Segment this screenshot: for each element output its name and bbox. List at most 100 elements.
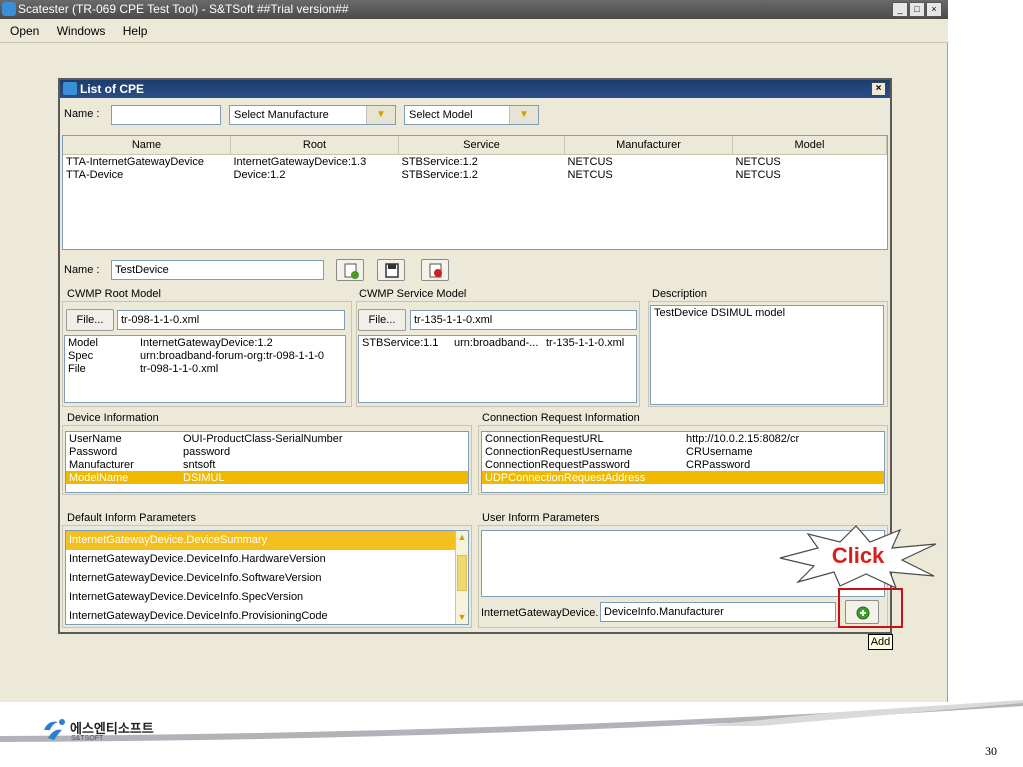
cell: NETCUS (567, 168, 613, 181)
list-item-selected[interactable]: InternetGatewayDevice.DeviceSummary (66, 531, 456, 550)
vertical-scrollbar[interactable]: ▲ ▼ (455, 531, 468, 624)
save-button[interactable] (377, 259, 405, 281)
model-select-value: Select Model (409, 109, 473, 121)
description-textarea[interactable]: TestDevice DSIMUL model (650, 305, 884, 405)
cell: sntsoft (183, 458, 216, 471)
save-icon (385, 263, 399, 278)
window-title: Scatester (TR-069 CPE Test Tool) - S&TSo… (18, 2, 349, 16)
scroll-thumb[interactable] (457, 555, 467, 591)
service-file-input[interactable]: tr-135-1-1-0.xml (410, 310, 637, 330)
new-device-button[interactable] (336, 259, 364, 281)
col-name[interactable]: Name (63, 136, 231, 155)
table-row-selected[interactable]: ModelName DSIMUL (66, 471, 468, 484)
cell: STBService:1.2 (401, 155, 478, 168)
table-row-selected[interactable]: UDPConnectionRequestAddress (482, 471, 884, 484)
table-row[interactable]: Manufacturer sntsoft (66, 458, 468, 471)
title-bar: Scatester (TR-069 CPE Test Tool) - S&TSo… (0, 0, 948, 19)
description-label: Description (652, 288, 708, 300)
device-name-label: Name : (64, 264, 100, 276)
chevron-down-icon: ▼ (509, 106, 538, 124)
table-row[interactable]: File tr-098-1-1-0.xml (65, 362, 345, 375)
col-manufacturer[interactable]: Manufacturer (564, 136, 733, 155)
table-row[interactable]: Spec urn:broadband-forum-org:tr-098-1-1-0 (65, 349, 345, 362)
menu-help[interactable]: Help (123, 24, 148, 38)
cell: UserName (69, 432, 122, 445)
callout-text: Click (832, 543, 885, 568)
table-row[interactable]: Password password (66, 445, 468, 458)
list-item[interactable]: InternetGatewayDevice.DeviceInfo.SpecVer… (66, 588, 456, 607)
maximize-button[interactable]: □ (909, 2, 925, 17)
menu-bar: Open Windows Help (0, 19, 948, 43)
cell: http://10.0.2.15:8082/cr (686, 432, 800, 445)
scroll-up-icon[interactable]: ▲ (457, 532, 467, 542)
col-root[interactable]: Root (230, 136, 399, 155)
cell: urn:broadband-forum-org:tr-098-1-1-0 (140, 349, 325, 362)
cell: DSIMUL (180, 471, 468, 484)
cell: ModelName (66, 471, 180, 484)
table-row[interactable]: UserName OUI-ProductClass-SerialNumber (66, 432, 468, 445)
service-model-label: CWMP Service Model (359, 288, 467, 300)
cell: Spec (68, 349, 94, 362)
filter-name-input[interactable] (111, 105, 221, 125)
new-file-icon (344, 263, 359, 279)
cell: Device:1.2 (233, 168, 286, 181)
cell: password (183, 445, 231, 458)
menu-open[interactable]: Open (10, 24, 39, 38)
col-model[interactable]: Model (732, 136, 887, 155)
cell: CRPassword (686, 458, 751, 471)
list-item[interactable]: InternetGatewayDevice.DeviceInfo.Hardwar… (66, 550, 456, 569)
cell: File (68, 362, 86, 375)
table-row[interactable]: ConnectionRequestPassword CRPassword (482, 458, 884, 471)
cell: OUI-ProductClass-SerialNumber (183, 432, 343, 445)
root-file-button[interactable]: File... (66, 309, 114, 331)
cell: InternetGatewayDevice:1.3 (233, 155, 367, 168)
cell: Model (68, 336, 98, 349)
app-window: Scatester (TR-069 CPE Test Tool) - S&TSo… (0, 0, 948, 702)
table-row[interactable]: TTA-Device Device:1.2 STBService:1.2 NET… (63, 168, 887, 181)
dialog-close-button[interactable]: × (871, 82, 886, 96)
filter-name-label: Name : (64, 108, 100, 120)
user-inform-prefix: InternetGatewayDevice. (481, 607, 599, 619)
close-button[interactable]: × (926, 2, 942, 17)
menu-windows[interactable]: Windows (57, 24, 106, 38)
delete-button[interactable] (421, 259, 449, 281)
table-row[interactable]: STBService:1.1 urn:broadband-... tr-135-… (359, 336, 636, 349)
service-file-button[interactable]: File... (358, 309, 406, 331)
cell: STBService:1.2 (401, 168, 478, 181)
col-service[interactable]: Service (398, 136, 565, 155)
table-row[interactable]: ConnectionRequestUsername CRUsername (482, 445, 884, 458)
cell: NETCUS (735, 168, 781, 181)
conn-request-label: Connection Request Information (482, 412, 640, 424)
user-inform-input[interactable]: DeviceInfo.Manufacturer (600, 602, 836, 622)
chevron-down-icon: ▼ (366, 106, 395, 124)
cell: Password (69, 445, 118, 458)
user-inform-label: User Inform Parameters (482, 512, 600, 524)
dialog-title-bar: List of CPE × (60, 80, 890, 98)
root-file-input[interactable]: tr-098-1-1-0.xml (117, 310, 345, 330)
cell: CRUsername (686, 445, 753, 458)
cell: UDPConnectionRequestAddress (482, 471, 683, 484)
service-model-table: STBService:1.1 urn:broadband-... tr-135-… (358, 335, 637, 403)
table-header-row: Name Root Service Manufacturer Model (63, 136, 887, 155)
table-row[interactable]: Model InternetGatewayDevice:1.2 (65, 336, 345, 349)
logo-mark-icon (44, 719, 65, 740)
manufacturer-select[interactable]: Select Manufacture ▼ (229, 105, 396, 125)
scroll-down-icon[interactable]: ▼ (457, 612, 467, 622)
cell: ConnectionRequestUsername (485, 445, 633, 458)
company-name-english: S&TSOFT (71, 735, 104, 742)
table-row[interactable]: TTA-InternetGatewayDevice InternetGatewa… (63, 155, 887, 169)
device-name-input[interactable]: TestDevice (111, 260, 324, 280)
cell (683, 471, 884, 484)
cpe-list-dialog: List of CPE × Name : Select Manufacture … (58, 78, 892, 634)
page-number: 30 (985, 744, 997, 758)
list-item[interactable]: InternetGatewayDevice.DeviceInfo.Provisi… (66, 607, 456, 626)
model-select[interactable]: Select Model ▼ (404, 105, 539, 125)
cell: STBService:1.1 (362, 336, 439, 349)
minimize-button[interactable]: _ (892, 2, 908, 17)
manufacturer-select-value: Select Manufacture (234, 109, 329, 121)
cell: tr-098-1-1-0.xml (140, 362, 219, 375)
table-row[interactable]: ConnectionRequestURL http://10.0.2.15:808… (482, 432, 884, 445)
root-model-label: CWMP Root Model (67, 288, 161, 300)
default-inform-list: InternetGatewayDevice.DeviceSummary Inte… (65, 530, 469, 625)
list-item[interactable]: InternetGatewayDevice.DeviceInfo.Softwar… (66, 569, 456, 588)
